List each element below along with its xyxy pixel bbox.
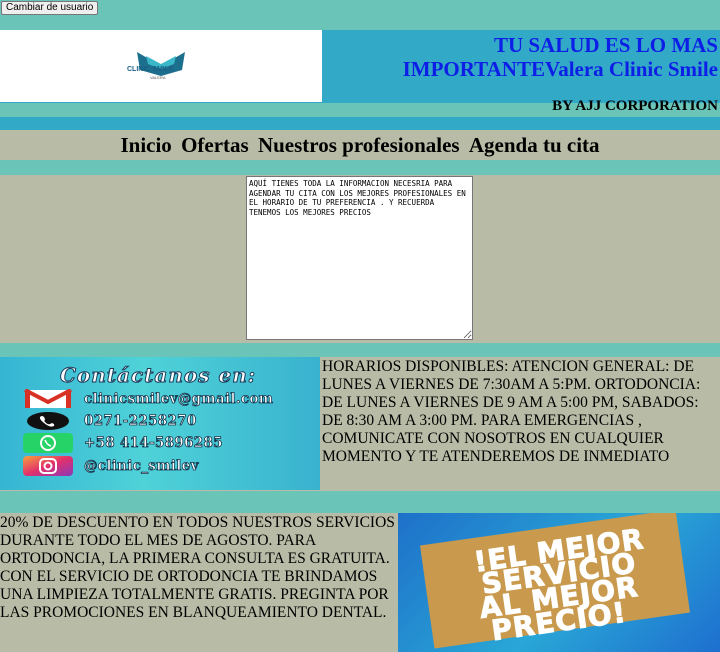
section-divider (0, 343, 720, 357)
info-textarea[interactable]: AQUÍ TIENES TODA LA INFORMACION NECESRIA… (246, 176, 473, 340)
contact-whatsapp: +58 414-5896285 (84, 435, 223, 452)
section-divider-2 (0, 491, 720, 513)
contact-card: Contáctanos en: clinicsmilev@gmail.com 0… (0, 357, 320, 490)
nav-item-agenda[interactable]: Agenda tu cita (469, 133, 600, 157)
contact-instagram: @clinic_smilev (84, 458, 199, 475)
nav-bottom-strip (0, 160, 720, 175)
nav-top-strip (0, 117, 720, 130)
contact-email: clinicsmilev@gmail.com (84, 391, 274, 408)
byline: BY AJJ CORPORATION (552, 98, 718, 114)
phone-icon (27, 412, 69, 430)
clinic-logo: CLINIC SMILE VALERA (0, 30, 322, 102)
contact-instagram-row: @clinic_smilev (22, 456, 322, 478)
contact-phone: 0271-2258270 (84, 413, 197, 430)
logo-text: CLINIC SMILE (127, 66, 174, 73)
contact-email-row: clinicsmilev@gmail.com (22, 389, 322, 411)
main-nav: Inicio Ofertas Nuestros profesionales Ag… (0, 133, 720, 158)
switch-user-button[interactable]: Cambiar de usuario (1, 1, 99, 15)
nav-item-ofertas[interactable]: Ofertas (181, 133, 249, 157)
gmail-icon (24, 389, 72, 408)
instagram-icon (23, 456, 73, 476)
nav-item-inicio[interactable]: Inicio (120, 133, 171, 157)
whatsapp-icon (23, 433, 73, 453)
hours-text: HORARIOS DISPONIBLES: ATENCION GENERAL: … (322, 358, 701, 465)
contact-whatsapp-row: +58 414-5896285 (22, 433, 322, 455)
contact-phone-row: 0271-2258270 (22, 411, 322, 433)
logo-subtext: VALERA (150, 75, 166, 80)
clinic-slogan: TU SALUD ES LO MAS IMPORTANTEValera Clin… (402, 33, 718, 81)
top-bar: Cambiar de usuario (0, 0, 720, 19)
contact-title: Contáctanos en: (59, 363, 257, 388)
nav-item-profesionales[interactable]: Nuestros profesionales (258, 133, 460, 157)
promo-text: 20% DE DESCUENTO EN TODOS NUESTROS SERVI… (0, 514, 395, 621)
header-spacer (0, 19, 720, 30)
promo-banner: !EL MEJOR SERVICIO AL MEJOR PRECIO! (398, 513, 720, 652)
